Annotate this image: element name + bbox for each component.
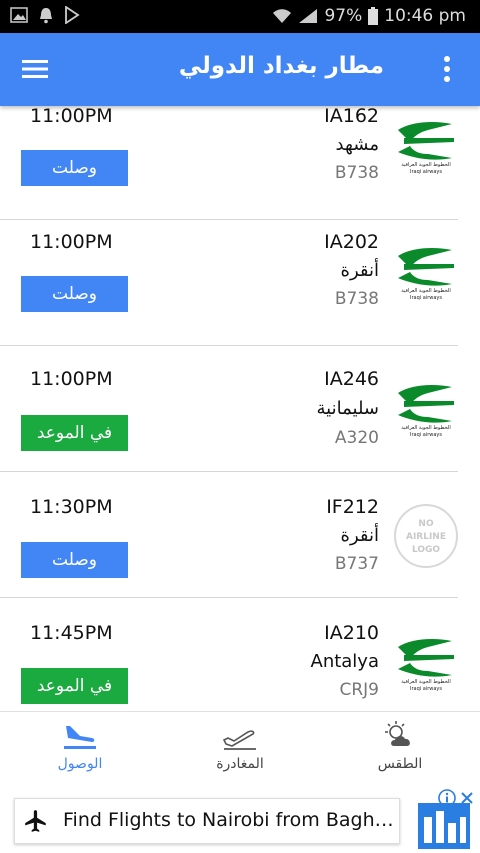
image-icon (10, 7, 28, 23)
clock: 10:46 pm (384, 6, 466, 26)
no-logo-text: LOGO (412, 545, 440, 555)
flight-city: أنقرة (340, 525, 379, 546)
flight-row[interactable]: 11:30PM وصلت IF212 أنقرة B737 NO AIRLINE… (0, 472, 480, 598)
flight-time: 11:30PM (30, 496, 113, 518)
aircraft-type: B738 (334, 163, 379, 183)
logo-english-text: Iraqi airways (410, 169, 442, 175)
signal-icon (299, 9, 318, 23)
flight-city: أنقرة (340, 260, 379, 281)
logo-english-text: Iraqi airways (410, 432, 442, 438)
flight-time: 11:45PM (30, 622, 113, 644)
status-badge: في الموعد (21, 668, 128, 704)
logo-arabic-text: الخطوط الجوية العراقية (401, 679, 450, 685)
flight-number: IA202 (324, 231, 379, 253)
flight-row[interactable]: 11:00PM وصلت IA162 مشهد B738 الخطوط الجو… (0, 106, 480, 220)
flight-row[interactable]: 11:00PM في الموعد IA246 سليمانية A320 ال… (0, 346, 480, 472)
airplane-icon (25, 810, 46, 832)
flight-list[interactable]: 11:00PM وصلت IA162 مشهد B738 الخطوط الجو… (0, 106, 480, 711)
aircraft-type: B737 (334, 554, 379, 574)
logo-arabic-text: الخطوط الجوية العراقية (401, 425, 450, 431)
flight-number: IF212 (326, 496, 379, 518)
no-logo-text: AIRLINE (406, 532, 446, 542)
flight-time: 11:00PM (30, 106, 113, 127)
bottom-navigation: الوصول المغادرة الطقس (0, 711, 480, 794)
logo-english-text: Iraqi airways (410, 686, 442, 692)
no-airline-logo-icon: NO AIRLINE LOGO (394, 504, 458, 568)
wifi-icon (273, 9, 292, 23)
play-store-icon (65, 6, 80, 24)
flight-city: Antalya (310, 651, 380, 672)
iraqi-airways-logo-icon: الخطوط الجوية العراقية Iraqi airways (398, 385, 454, 438)
flight-time: 11:00PM (30, 231, 113, 253)
flight-land-icon (64, 726, 96, 749)
no-logo-text: NO (418, 519, 434, 529)
flight-city: سليمانية (316, 398, 379, 419)
more-options-icon[interactable] (442, 55, 452, 83)
aircraft-type: CRJ9 (339, 680, 379, 700)
nav-label-departures: المغادرة (216, 756, 264, 772)
flight-number: IA162 (324, 106, 379, 127)
flight-city: مشهد (335, 134, 379, 155)
aircraft-type: A320 (334, 428, 379, 448)
nav-label-weather: الطقس (377, 756, 423, 772)
ad-advertiser-logo-icon[interactable] (418, 803, 470, 849)
status-badge: في الموعد (21, 415, 128, 451)
logo-english-text: Iraqi airways (410, 295, 442, 301)
hamburger-menu-icon[interactable] (22, 57, 50, 81)
flight-takeoff-icon (222, 730, 256, 750)
flight-number: IA210 (324, 622, 379, 644)
iraqi-airways-logo-icon: الخطوط الجوية العراقية Iraqi airways (398, 639, 454, 692)
nav-tab-weather[interactable]: الطقس (320, 712, 480, 794)
status-bar: 97% 10:46 pm (0, 0, 480, 33)
status-badge: وصلت (21, 542, 128, 578)
battery-icon (368, 7, 379, 25)
aircraft-type: B738 (334, 289, 379, 309)
nav-tab-departures[interactable]: المغادرة (160, 712, 320, 794)
flight-row[interactable]: 11:00PM وصلت IA202 أنقرة B738 الخطوط الج… (0, 220, 480, 346)
flight-row[interactable]: 11:45PM في الموعد IA210 Antalya CRJ9 الخ… (0, 598, 480, 711)
logo-arabic-text: الخطوط الجوية العراقية (401, 288, 450, 294)
iraqi-airways-logo-icon: الخطوط الجوية العراقية Iraqi airways (398, 122, 454, 175)
logo-arabic-text: الخطوط الجوية العراقية (401, 162, 450, 168)
weather-cloud-sun-icon (385, 721, 410, 746)
app-bar: مطار بغداد الدولي (0, 33, 480, 106)
status-badge: وصلت (21, 276, 128, 312)
nav-label-arrivals: الوصول (57, 756, 103, 772)
iraqi-airways-logo-icon: الخطوط الجوية العراقية Iraqi airways (398, 248, 454, 301)
flight-time: 11:00PM (30, 368, 113, 390)
nav-tab-arrivals[interactable]: الوصول (0, 712, 160, 794)
ad-text: Find Flights to Nairobi from Bagh… (63, 809, 394, 831)
page-title: مطار بغداد الدولي (178, 53, 384, 79)
status-badge: وصلت (21, 150, 128, 186)
notification-bell-icon (40, 8, 52, 24)
ad-link[interactable]: Find Flights to Nairobi from Bagh… (14, 798, 400, 844)
flight-number: IA246 (324, 368, 379, 390)
battery-level: 97% (324, 6, 363, 26)
